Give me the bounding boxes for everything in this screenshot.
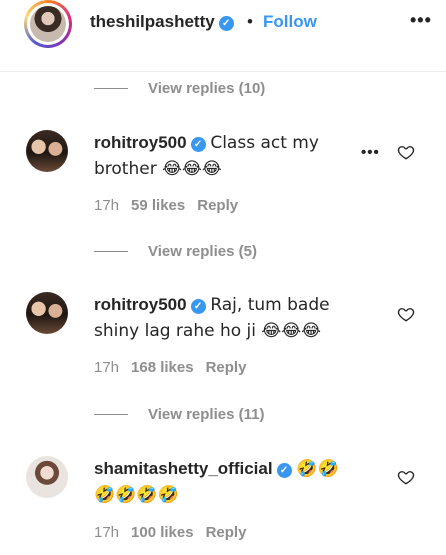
commenter-avatar[interactable] — [26, 292, 68, 334]
verified-badge-icon: ✓ — [190, 137, 206, 152]
commenter-username[interactable]: rohitroy500 — [94, 133, 187, 152]
commenter-username[interactable]: shamitashetty_official — [94, 459, 273, 478]
post-author-name[interactable]: theshilpashetty — [90, 12, 215, 31]
more-options-icon[interactable]: ••• — [361, 144, 380, 161]
divider-line — [94, 87, 128, 89]
view-replies-button[interactable]: View replies (10) — [94, 78, 265, 98]
commenter-username[interactable]: rohitroy500 — [94, 295, 187, 314]
view-replies-button[interactable]: View replies (11) — [94, 404, 264, 424]
comment-timestamp: 17h — [94, 524, 120, 541]
divider-line — [94, 250, 128, 252]
likes-count[interactable]: 168 likes — [131, 359, 194, 376]
follow-button[interactable]: Follow — [263, 12, 317, 32]
reply-button[interactable]: Reply — [197, 197, 238, 214]
verified-badge-icon: ✓ — [190, 299, 206, 314]
verified-badge-icon: ✓ — [218, 16, 234, 31]
likes-count[interactable]: 100 likes — [131, 524, 194, 541]
view-replies-label: View replies (10) — [148, 79, 266, 97]
more-options-icon[interactable]: ••• — [410, 10, 432, 31]
comment-meta: 17h 100 likes Reply — [94, 524, 246, 541]
comment-body: rohitroy500 ✓ Raj, tum bade shiny lag rah… — [94, 292, 364, 344]
verified-badge-icon: ✓ — [276, 463, 292, 478]
view-replies-label: View replies (11) — [148, 405, 265, 423]
comment-timestamp: 17h — [94, 359, 120, 376]
commenter-avatar[interactable] — [26, 456, 68, 498]
reply-button[interactable]: Reply — [206, 359, 247, 376]
reply-button[interactable]: Reply — [206, 524, 247, 541]
commenter-avatar[interactable] — [26, 130, 68, 172]
heart-outline-icon[interactable] — [397, 305, 415, 323]
comment-timestamp: 17h — [94, 197, 120, 214]
likes-count[interactable]: 59 likes — [131, 197, 185, 214]
heart-outline-icon[interactable] — [397, 468, 415, 486]
comment-body: shamitashetty_official ✓ 🤣🤣 🤣🤣🤣🤣 — [94, 456, 364, 508]
comment-body: rohitroy500 ✓ Class act my brother 😂😂😂 — [94, 130, 364, 182]
separator-dot: • — [247, 12, 253, 31]
view-replies-button[interactable]: View replies (5) — [94, 241, 257, 261]
post-header: theshilpashetty ✓ • Follow ••• — [0, 0, 446, 72]
comment-meta: 17h 59 likes Reply — [94, 197, 238, 214]
view-replies-label: View replies (5) — [148, 242, 257, 260]
comment-meta: 17h 168 likes Reply — [94, 359, 246, 376]
profile-avatar[interactable] — [24, 0, 72, 48]
post-author-username[interactable]: theshilpashetty ✓ — [90, 12, 234, 32]
heart-outline-icon[interactable] — [397, 143, 415, 161]
divider-line — [94, 413, 128, 415]
